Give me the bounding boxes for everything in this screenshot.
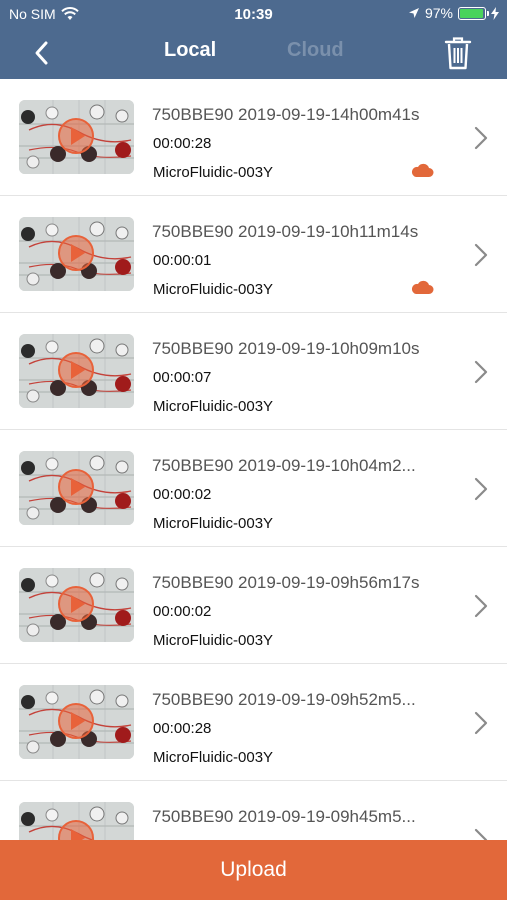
tab-cloud[interactable]: Cloud	[287, 39, 344, 62]
video-title: 750BBE90 2019-09-19-09h45m5...	[152, 807, 416, 826]
location-arrow-icon	[408, 8, 419, 18]
status-right: 97%	[408, 5, 499, 21]
video-duration: 00:00:01	[153, 252, 212, 269]
video-device: MicroFluidic-003Y	[153, 749, 274, 766]
video-title: 750BBE90 2019-09-19-10h11m14s	[152, 222, 419, 241]
video-thumbnail[interactable]	[19, 334, 134, 408]
video-row[interactable]: 750BBE90 2019-09-19-10h09m10s 00:00:07 M…	[0, 313, 507, 430]
video-duration: 00:00:02	[153, 603, 212, 620]
video-row[interactable]: 750BBE90 2019-09-19-10h04m2... 00:00:02 …	[0, 430, 507, 547]
status-bar: No SIM 10:39 97%	[0, 0, 507, 28]
battery-level	[460, 8, 484, 18]
video-row[interactable]: 750BBE90 2019-09-19-14h00m41s 00:00:28 M…	[0, 79, 507, 196]
chevron-right-icon	[474, 243, 488, 267]
video-duration: 00:00:07	[153, 369, 212, 386]
video-device: MicroFluidic-003Y	[153, 281, 274, 298]
chevron-right-icon	[474, 711, 488, 735]
video-title: 750BBE90 2019-09-19-14h00m41s	[152, 105, 420, 124]
cloud-icon	[411, 280, 434, 294]
video-duration: 00:00:28	[153, 135, 212, 152]
video-device: MicroFluidic-003Y	[153, 164, 274, 181]
video-row[interactable]: 750BBE90 2019-09-19-09h45m5...	[0, 781, 507, 840]
chevron-right-icon	[474, 828, 488, 840]
header: No SIM 10:39 97% Local Cloud	[0, 0, 507, 79]
video-device: MicroFluidic-003Y	[153, 632, 274, 649]
video-title: 750BBE90 2019-09-19-09h56m17s	[152, 573, 420, 592]
video-title: 750BBE90 2019-09-19-09h52m5...	[152, 690, 416, 709]
chevron-right-icon	[474, 126, 488, 150]
chevron-right-icon	[474, 360, 488, 384]
video-thumbnail[interactable]	[19, 802, 134, 840]
video-device: MicroFluidic-003Y	[153, 398, 274, 415]
video-thumbnail[interactable]	[19, 685, 134, 759]
tab-local[interactable]: Local	[164, 39, 216, 62]
video-title: 750BBE90 2019-09-19-10h09m10s	[152, 339, 420, 358]
video-thumbnail[interactable]	[19, 100, 134, 174]
cloud-icon	[411, 163, 434, 177]
charging-icon	[491, 6, 499, 20]
video-row[interactable]: 750BBE90 2019-09-19-09h56m17s 00:00:02 M…	[0, 547, 507, 664]
video-list: 750BBE90 2019-09-19-14h00m41s 00:00:28 M…	[0, 79, 507, 840]
battery-percent: 97%	[424, 5, 453, 21]
video-duration: 00:00:28	[153, 720, 212, 737]
chevron-right-icon	[474, 594, 488, 618]
back-chevron-icon[interactable]	[28, 38, 58, 68]
video-title: 750BBE90 2019-09-19-10h04m2...	[152, 456, 416, 475]
video-device: MicroFluidic-003Y	[153, 515, 274, 532]
nav-bar: Local Cloud	[0, 28, 507, 79]
battery-icon	[458, 6, 489, 20]
video-duration: 00:00:02	[153, 486, 212, 503]
video-thumbnail[interactable]	[19, 217, 134, 291]
video-thumbnail[interactable]	[19, 451, 134, 525]
video-row[interactable]: 750BBE90 2019-09-19-09h52m5... 00:00:28 …	[0, 664, 507, 781]
chevron-right-icon	[474, 477, 488, 501]
video-row[interactable]: 750BBE90 2019-09-19-10h11m14s 00:00:01 M…	[0, 196, 507, 313]
video-thumbnail[interactable]	[19, 568, 134, 642]
trash-icon[interactable]	[443, 35, 473, 71]
upload-button[interactable]: Upload	[0, 840, 507, 900]
